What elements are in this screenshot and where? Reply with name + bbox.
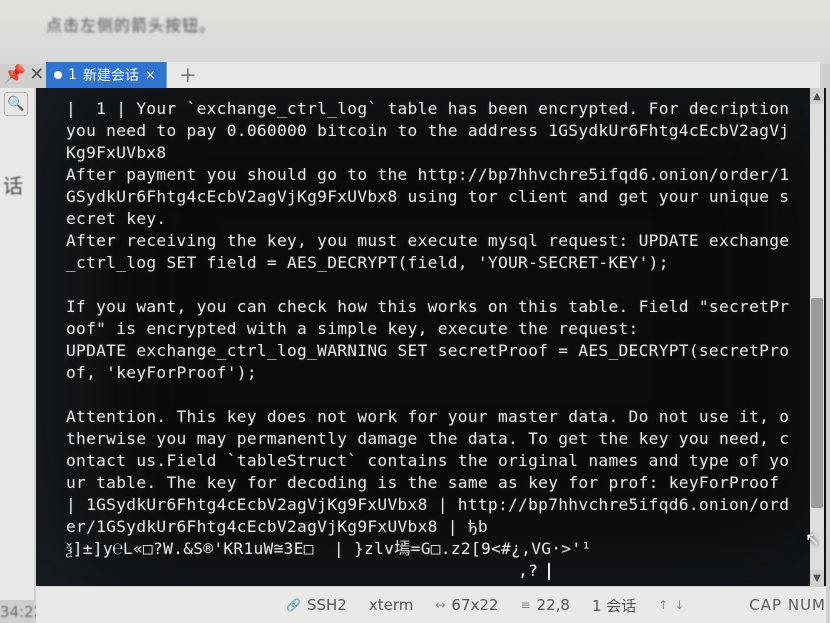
- pin-toolbar: 📌 ✕: [2, 60, 46, 88]
- status-sessions: 1 会话: [592, 595, 636, 616]
- resize-icon: ↔: [435, 598, 445, 612]
- terminal-output[interactable]: | 1 | Your `exchange_ctrl_log` table has…: [66, 98, 796, 582]
- terminal-panel: | 1 | Your `exchange_ctrl_log` table has…: [36, 88, 826, 586]
- close-icon[interactable]: ✕: [29, 64, 44, 85]
- status-proto-text: SSH2: [307, 596, 347, 614]
- tab-session-1[interactable]: 1 新建会话 ×: [46, 62, 167, 88]
- status-size: ↔ 67x22: [435, 596, 498, 614]
- scrollbar-down-icon[interactable]: ▼: [810, 570, 824, 586]
- tab-label: 新建会话: [83, 65, 139, 85]
- scrollbar-track[interactable]: ▲ ▼: [810, 88, 824, 586]
- tab-close-icon[interactable]: ×: [145, 68, 156, 83]
- status-pos: ≡ 22,8: [520, 596, 569, 614]
- status-bar: 🔗 SSH2 xterm ↔ 67x22 ≡ 22,8 1 会话 ↑ ↓ CAP…: [36, 587, 826, 623]
- status-caps: CAP NUM: [749, 596, 826, 614]
- search-icon[interactable]: 🔍: [4, 92, 28, 116]
- left-gutter-char: 话: [3, 170, 27, 199]
- mouse-cursor-icon: ↖: [805, 529, 820, 550]
- link-icon: 🔗: [286, 598, 301, 612]
- tab-bar: 1 新建会话 × ＋: [46, 62, 820, 88]
- status-pos-text: 22,8: [537, 596, 570, 614]
- arrow-down-icon: ↓: [674, 598, 684, 612]
- status-size-text: 67x22: [451, 596, 498, 614]
- tab-index: 1: [68, 67, 77, 83]
- status-updown: ↑ ↓: [658, 598, 684, 612]
- terminal-caret: [548, 563, 550, 580]
- status-term-type: xterm: [369, 596, 414, 614]
- status-proto: 🔗 SSH2: [286, 596, 347, 614]
- background-text: 点击左侧的箭头按钮。: [46, 12, 216, 36]
- tab-status-icon: [54, 71, 62, 79]
- left-gutter: 🔍 话: [0, 88, 34, 600]
- arrow-up-icon: ↑: [658, 598, 668, 612]
- row-icon: ≡: [520, 598, 530, 612]
- new-tab-button[interactable]: ＋: [167, 62, 211, 88]
- scrollbar-thumb[interactable]: [811, 298, 823, 508]
- scrollbar-up-icon[interactable]: ▲: [810, 88, 824, 104]
- pin-icon[interactable]: 📌: [4, 64, 26, 85]
